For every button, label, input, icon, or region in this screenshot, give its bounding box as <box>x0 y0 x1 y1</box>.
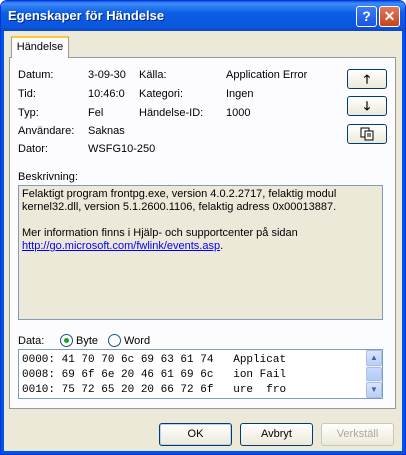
description-line-2: kernel32.dll, version 5.1.2600.1106, fel… <box>22 201 337 213</box>
byte-radio[interactable] <box>60 334 73 347</box>
radio-selected-dot <box>64 338 69 343</box>
kategori-value: Ingen <box>226 88 254 100</box>
close-icon: ✕ <box>383 8 396 24</box>
anvandare-label: Användare: <box>18 125 75 137</box>
kalla-label: Källa: <box>139 69 167 81</box>
description-text-area[interactable]: Felaktigt program frontpg.exe, version 4… <box>18 185 383 320</box>
hex-data-view[interactable]: 0000: 41 70 70 6c 69 63 61 74 Applicat 0… <box>18 349 383 399</box>
scroll-down-button[interactable]: ▼ <box>366 382 382 398</box>
copy-icon <box>360 127 374 141</box>
description-line-1: Felaktigt program frontpg.exe, version 4… <box>22 188 337 200</box>
tid-value: 10:46:0 <box>88 88 125 100</box>
data-label: Data: <box>18 335 45 347</box>
tab-handelse[interactable]: Händelse <box>11 36 69 58</box>
description-label: Beskrivning: <box>18 171 78 183</box>
help-button[interactable]: ? <box>356 6 377 27</box>
dator-value: WSFG10-250 <box>88 143 156 155</box>
tab-label: Händelse <box>16 41 64 53</box>
handelse-id-value: 1000 <box>226 107 251 119</box>
arrow-down-icon: 🡓 <box>363 99 371 113</box>
word-radio-label[interactable]: Word <box>124 335 150 347</box>
typ-value: Fel <box>88 107 104 119</box>
close-button[interactable]: ✕ <box>379 6 400 27</box>
apply-button[interactable]: Verkställ <box>321 423 394 446</box>
handelse-id-label: Händelse-ID: <box>139 107 204 119</box>
dator-label: Dator: <box>18 143 48 155</box>
hex-row: 0008: 69 6f 6e 20 46 61 69 6c ion Fail <box>22 369 287 381</box>
kalla-value: Application Error <box>226 69 308 81</box>
kategori-label: Kategori: <box>139 88 184 100</box>
window-title: Egenskaper för Händelse <box>8 8 165 23</box>
datum-label: Datum: <box>18 69 54 81</box>
word-radio[interactable] <box>108 334 121 347</box>
link-suffix: . <box>220 240 224 252</box>
typ-label: Typ: <box>18 107 39 119</box>
vertical-scrollbar[interactable]: ▲ ▼ <box>366 350 382 398</box>
cancel-button[interactable]: Avbryt <box>240 423 313 446</box>
next-event-button[interactable]: 🡓 <box>347 96 387 116</box>
title-bar[interactable]: Egenskaper för Händelse ? ✕ <box>1 1 405 31</box>
datum-value: 3-09-30 <box>88 69 126 81</box>
help-link[interactable]: http://go.microsoft.com/fwlink/events.as… <box>22 240 220 252</box>
question-mark-icon: ? <box>362 8 371 24</box>
hex-row: 0010: 75 72 65 20 20 66 72 6f ure fro <box>22 384 287 396</box>
previous-event-button[interactable]: 🡑 <box>347 69 387 89</box>
hex-row: 0000: 41 70 70 6c 69 63 61 74 Applicat <box>22 354 287 366</box>
arrow-up-icon: 🡑 <box>363 72 371 86</box>
byte-radio-label[interactable]: Byte <box>76 335 98 347</box>
ok-button[interactable]: OK <box>159 423 232 446</box>
anvandare-value: Saknas <box>88 125 125 137</box>
chevron-down-icon: ▼ <box>370 385 378 394</box>
tid-label: Tid: <box>18 88 36 100</box>
scroll-thumb[interactable] <box>366 367 382 381</box>
scroll-up-button[interactable]: ▲ <box>366 350 382 366</box>
description-line-3: Mer information finns i Hjälp- och suppo… <box>22 227 298 239</box>
chevron-up-icon: ▲ <box>370 353 378 362</box>
copy-button[interactable] <box>347 124 387 144</box>
